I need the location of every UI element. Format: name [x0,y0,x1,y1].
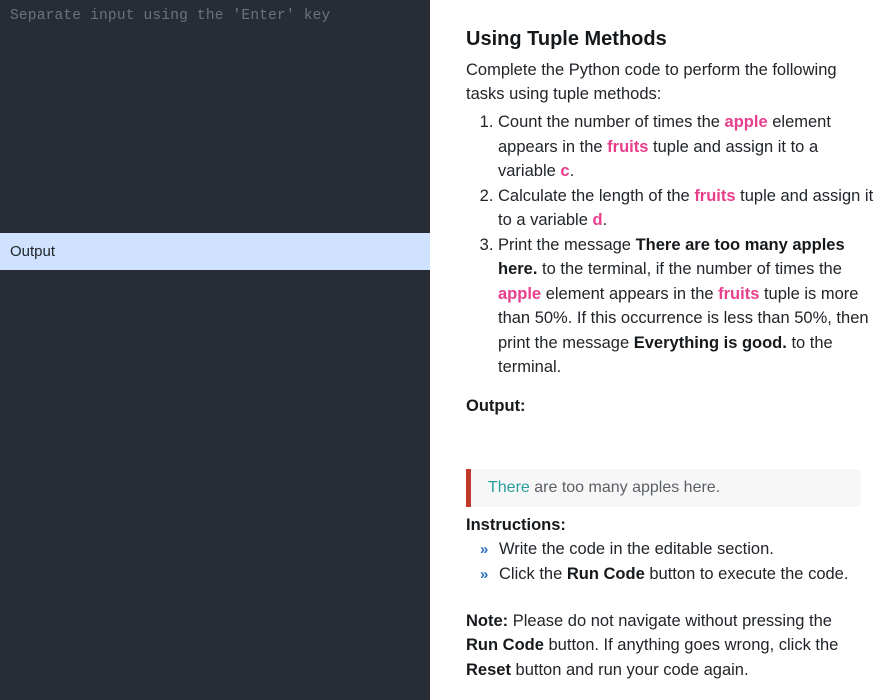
task-step-code-term: fruits [607,137,649,156]
task-step-text: element appears in the [541,284,719,303]
instruction-item: » Click the Run Code button to execute th… [466,562,876,587]
instruction-text: button to execute the code. [644,564,849,583]
task-step-code-term: apple [498,284,542,303]
task-step-code-term: fruits [694,186,736,205]
note-paragraph: Note: Please do not navigate without pre… [466,609,876,683]
console-output-area[interactable] [0,270,430,700]
tab-output[interactable]: Output [0,233,430,270]
console-panel: Separate input using the 'Enter' key Out… [0,0,430,700]
output-result-highlight: There [488,478,530,496]
note-text: button. If anything goes wrong, click th… [543,636,839,654]
instructions-list: » Write the code in the editable section.… [466,537,876,587]
panel-divider [430,0,445,700]
tab-output-label: Output [10,243,56,260]
note-bold-term: Run Code [466,636,544,654]
instructions-heading: Instructions: [466,515,566,534]
note-bold-term: Reset [466,660,511,679]
task-step-code-term: c [560,162,570,180]
exercise-workspace: Separate input using the 'Enter' key Out… [0,0,886,700]
task-step-text: . [569,162,575,180]
task-step: Count the number of times the apple elem… [498,110,876,184]
task-step: Print the message There are too many app… [498,233,876,380]
note-text: Please do not navigate without pressing … [508,611,832,630]
instruction-item: » Write the code in the editable section. [466,537,876,562]
output-result-rest: are too many apples here. [529,478,721,496]
output-section-heading: Output: [466,396,526,415]
output-result-box: There are too many apples here. [466,468,861,507]
task-step: Calculate the length of the fruits tuple… [498,184,876,233]
task-steps-list: Count the number of times the apple elem… [466,110,876,380]
page-title: Using Tuple Methods [466,28,667,50]
task-step-code-term: fruits [718,284,760,303]
task-step-bold-term: Everything is good. [633,333,787,352]
task-step-text: Print the message [498,235,636,254]
task-step-text: Calculate the length of the [498,186,695,205]
output-result-text: There are too many apples here. [488,477,720,499]
task-step-text: Count the number of times the [498,113,725,131]
task-step-text: . [602,211,608,229]
instruction-text: Write the code in the editable section. [499,539,774,558]
chevron-double-right-icon: » [480,540,489,558]
task-step-code-term: apple [724,113,768,131]
note-bold-term: Note: [466,611,509,630]
stdin-placeholder-text: Separate input using the 'Enter' key [10,8,331,24]
task-step-code-term: d [592,211,603,229]
chevron-double-right-icon: » [480,565,489,583]
instruction-bold-term: Run Code [566,564,645,583]
instruction-text: Click the [499,564,567,583]
task-intro-text: Complete the Python code to perform the … [466,61,837,103]
task-step-text: to the terminal, if the number of times … [537,260,842,278]
stdin-input-area[interactable]: Separate input using the 'Enter' key [0,0,430,233]
task-description-panel: Using Tuple Methods Complete the Python … [445,0,886,700]
note-text: button and run your code again. [510,660,749,679]
